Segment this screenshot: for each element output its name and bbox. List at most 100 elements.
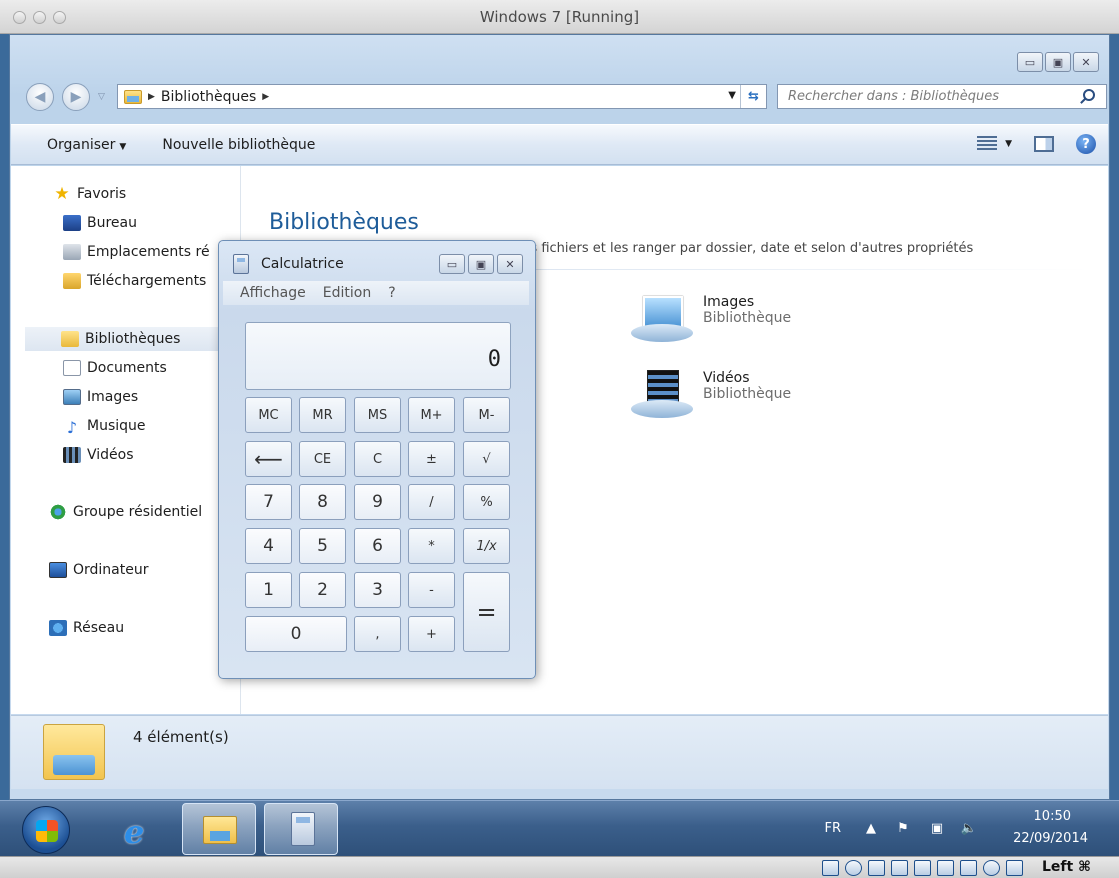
key-backspace[interactable]: ⟵ xyxy=(245,441,292,477)
chevron-right-icon[interactable]: ▶ xyxy=(262,92,269,102)
key-add[interactable]: + xyxy=(408,616,455,652)
preview-pane-icon[interactable] xyxy=(1034,136,1054,152)
volume-icon[interactable]: 🔈 xyxy=(960,821,978,837)
show-hidden-icons-icon[interactable]: ▲ xyxy=(862,821,880,837)
key-3[interactable]: 3 xyxy=(354,572,401,608)
taskbar-explorer[interactable] xyxy=(182,803,256,855)
key-memory-subtract[interactable]: M- xyxy=(463,397,510,433)
mouse-integration-icon[interactable] xyxy=(983,860,1000,876)
nav-recent-places[interactable]: Emplacements ré xyxy=(63,240,210,264)
library-item-videos[interactable]: Vidéos Bibliothèque xyxy=(631,370,791,422)
computer-icon xyxy=(49,562,67,578)
search-input[interactable]: Rechercher dans : Bibliothèques xyxy=(777,84,1107,109)
forward-button[interactable]: ▶ xyxy=(62,83,90,111)
key-square-root[interactable]: √ xyxy=(463,441,510,477)
key-9[interactable]: 9 xyxy=(354,484,401,520)
video-capture-icon[interactable] xyxy=(960,860,977,876)
views-button[interactable]: ▼ xyxy=(977,136,1012,152)
nav-computer[interactable]: Ordinateur xyxy=(49,558,149,582)
menu-view[interactable]: Affichage xyxy=(240,285,306,301)
optical-drive-icon[interactable] xyxy=(845,860,862,876)
address-bar[interactable]: ▶ Bibliothèques ▶ ▼ ⇆ xyxy=(117,84,767,109)
calculator-title: Calculatrice xyxy=(261,256,344,272)
library-item-images[interactable]: Images Bibliothèque xyxy=(631,294,791,346)
key-multiply[interactable]: * xyxy=(408,528,455,564)
key-memory-add[interactable]: M+ xyxy=(408,397,455,433)
minimize-button[interactable]: ▭ xyxy=(439,254,465,274)
action-center-flag-icon[interactable]: ⚑ xyxy=(894,821,912,837)
chevron-right-icon[interactable]: ▶ xyxy=(148,92,155,102)
minimize-button[interactable]: ▭ xyxy=(1017,52,1043,72)
key-reciprocal[interactable]: 1/x xyxy=(463,528,510,564)
key-memory-recall[interactable]: MR xyxy=(299,397,346,433)
nav-favorites[interactable]: ★ Favoris xyxy=(53,182,126,206)
key-divide[interactable]: / xyxy=(408,484,455,520)
search-icon[interactable] xyxy=(1083,89,1095,101)
key-4[interactable]: 4 xyxy=(245,528,292,564)
nav-images[interactable]: Images xyxy=(63,385,138,409)
nav-documents[interactable]: Documents xyxy=(63,356,167,380)
key-subtract[interactable]: - xyxy=(408,572,455,608)
nav-desktop[interactable]: Bureau xyxy=(63,211,137,235)
clock-date[interactable]: 22/09/2014 xyxy=(1013,831,1088,846)
key-0[interactable]: 0 xyxy=(245,616,347,652)
organize-menu[interactable]: Organiser ▼ xyxy=(47,137,126,153)
images-library-icon xyxy=(631,294,693,346)
key-negate[interactable]: ± xyxy=(408,441,455,477)
address-dropdown-icon[interactable]: ▼ xyxy=(728,90,736,101)
help-icon[interactable]: ? xyxy=(1076,134,1096,154)
download-icon[interactable] xyxy=(1006,860,1023,876)
language-indicator[interactable]: FR xyxy=(824,821,841,836)
caret-down-icon: ▼ xyxy=(1005,139,1012,149)
network-icon[interactable]: ▣ xyxy=(928,821,946,837)
key-memory-clear[interactable]: MC xyxy=(245,397,292,433)
maximize-button[interactable]: ▣ xyxy=(1045,52,1071,72)
menu-help[interactable]: ? xyxy=(388,285,395,301)
key-5[interactable]: 5 xyxy=(299,528,346,564)
key-decimal[interactable]: , xyxy=(354,616,401,652)
nav-videos[interactable]: Vidéos xyxy=(63,443,134,467)
library-type: Bibliothèque xyxy=(703,386,792,402)
hard-disk-icon[interactable] xyxy=(822,860,839,876)
explorer-window-controls: ▭ ▣ ✕ xyxy=(1017,52,1099,72)
key-percent[interactable]: % xyxy=(463,484,510,520)
nav-homegroup[interactable]: Groupe résidentiel xyxy=(49,500,202,524)
start-button[interactable] xyxy=(22,806,70,854)
history-dropdown-icon[interactable]: ▽ xyxy=(98,92,105,102)
views-icon xyxy=(977,136,998,152)
internet-explorer-icon: e xyxy=(124,813,145,851)
nav-libraries[interactable]: Bibliothèques xyxy=(25,327,241,351)
music-icon: ♪ xyxy=(66,418,78,437)
nav-music[interactable]: ♪ Musique xyxy=(63,414,146,438)
vm-titlebar: Windows 7 [Running] xyxy=(0,0,1119,34)
menu-edit[interactable]: Edition xyxy=(323,285,371,301)
close-button[interactable]: ✕ xyxy=(1073,52,1099,72)
taskbar: e FR ▲ ⚑ ▣ 🔈 10:50 22/09/2014 xyxy=(0,800,1119,856)
key-clear-entry[interactable]: CE xyxy=(299,441,346,477)
taskbar-calculator[interactable] xyxy=(264,803,338,855)
back-button[interactable]: ◀ xyxy=(26,83,54,111)
close-button[interactable]: ✕ xyxy=(497,254,523,274)
display-icon[interactable] xyxy=(914,860,931,876)
usb-icon[interactable] xyxy=(868,860,885,876)
key-equals[interactable]: = xyxy=(463,572,510,652)
key-memory-store[interactable]: MS xyxy=(354,397,401,433)
key-1[interactable]: 1 xyxy=(245,572,292,608)
shared-folders-icon[interactable] xyxy=(891,860,908,876)
nav-network[interactable]: Réseau xyxy=(49,616,124,640)
key-clear[interactable]: C xyxy=(354,441,401,477)
maximize-button[interactable]: ▣ xyxy=(468,254,494,274)
key-8[interactable]: 8 xyxy=(299,484,346,520)
nav-downloads[interactable]: Téléchargements xyxy=(63,269,206,293)
caret-down-icon: ▼ xyxy=(119,141,127,152)
key-2[interactable]: 2 xyxy=(299,572,346,608)
navigation-pane: ★ Favoris Bureau Emplacements ré Télécha… xyxy=(11,166,241,714)
key-7[interactable]: 7 xyxy=(245,484,292,520)
clock-time[interactable]: 10:50 xyxy=(1034,809,1071,824)
taskbar-internet-explorer[interactable]: e xyxy=(100,803,174,855)
breadcrumb[interactable]: Bibliothèques xyxy=(161,89,256,105)
refresh-icon[interactable]: ⇆ xyxy=(740,85,766,108)
network-adapter-icon[interactable] xyxy=(937,860,954,876)
key-6[interactable]: 6 xyxy=(354,528,401,564)
new-library-button[interactable]: Nouvelle bibliothèque xyxy=(162,137,315,153)
